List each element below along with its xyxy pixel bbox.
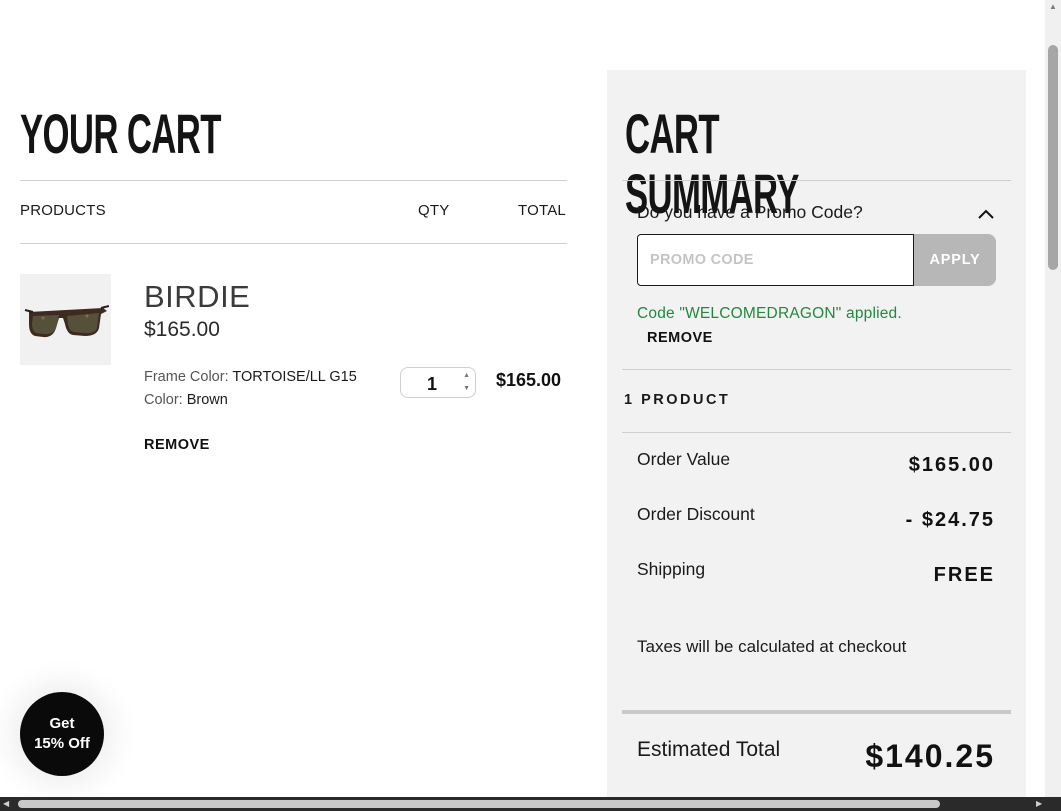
- promo-toggle[interactable]: Do you have a Promo Code?: [637, 202, 863, 223]
- order-value-amount: $165.00: [908, 454, 995, 476]
- spinner-down-icon[interactable]: ▼: [463, 385, 470, 393]
- color-label: Color:: [144, 392, 183, 408]
- divider: [20, 243, 567, 244]
- frame-color-value: TORTOISE/LL G15: [232, 369, 357, 385]
- column-header-total: TOTAL: [518, 202, 566, 219]
- order-discount-amount: - $24.75: [905, 509, 995, 531]
- chevron-up-icon[interactable]: [976, 204, 996, 224]
- order-discount-label: Order Discount: [637, 504, 755, 524]
- column-header-products: PRODUCTS: [20, 202, 106, 219]
- shipping-amount: FREE: [933, 564, 995, 586]
- color-value: Brown: [186, 392, 228, 408]
- estimated-total-amount: $140.25: [865, 738, 995, 774]
- promo-code-input[interactable]: [637, 234, 914, 286]
- divider: [622, 432, 1011, 433]
- badge-line-2: 15% Off: [34, 735, 90, 752]
- scroll-right-icon[interactable]: ▶: [1036, 799, 1042, 809]
- product-thumbnail[interactable]: [20, 274, 111, 365]
- quantity-value[interactable]: 1: [427, 374, 437, 395]
- product-price: $165.00: [144, 318, 220, 341]
- line-total: $165.00: [496, 370, 562, 390]
- scroll-left-icon[interactable]: ◀: [3, 799, 9, 809]
- badge-line-1: Get: [49, 715, 75, 732]
- estimated-total-label: Estimated Total: [637, 738, 781, 761]
- color-attribute: Color: Brown: [144, 392, 228, 408]
- divider: [622, 180, 1011, 181]
- divider: [20, 180, 567, 181]
- vertical-scroll-thumb[interactable]: [1048, 45, 1058, 270]
- apply-button[interactable]: APPLY: [914, 234, 996, 286]
- discount-badge-button[interactable]: Get 15% Off: [20, 692, 104, 776]
- shipping-label: Shipping: [637, 559, 706, 579]
- spinner-up-icon[interactable]: ▲: [463, 372, 470, 380]
- order-value-label: Order Value: [637, 449, 731, 469]
- remove-item-button[interactable]: REMOVE: [144, 437, 210, 453]
- divider: [622, 369, 1011, 370]
- cart-title: YOUR CART: [20, 102, 221, 165]
- scroll-up-icon[interactable]: ▲: [1049, 2, 1057, 12]
- total-divider: [622, 710, 1011, 714]
- horizontal-scroll-thumb[interactable]: [18, 800, 940, 808]
- frame-color-label: Frame Color:: [144, 369, 229, 385]
- promo-applied-message: Code "WELCOMEDRAGON" applied.: [637, 305, 902, 322]
- remove-promo-button[interactable]: REMOVE: [647, 330, 713, 346]
- product-count: 1 PRODUCT: [624, 392, 731, 408]
- sunglasses-image: [24, 304, 109, 337]
- quantity-stepper[interactable]: 1 ▲ ▼: [400, 367, 476, 398]
- tax-note: Taxes will be calculated at checkout: [637, 637, 907, 656]
- product-name[interactable]: BIRDIE: [144, 279, 250, 315]
- column-header-qty: QTY: [418, 202, 450, 219]
- frame-color-attribute: Frame Color: TORTOISE/LL G15: [144, 369, 357, 385]
